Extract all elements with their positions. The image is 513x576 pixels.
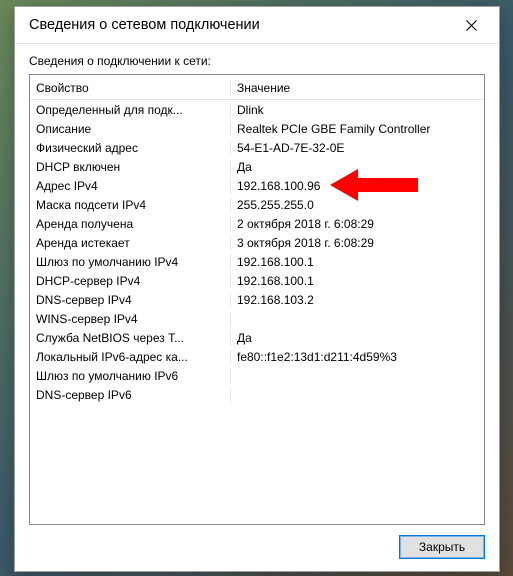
- network-details-dialog: Сведения о сетевом подключении Сведения …: [14, 6, 500, 572]
- table-row[interactable]: Шлюз по умолчанию IPv6: [30, 366, 484, 385]
- value-cell: Да: [231, 331, 484, 345]
- close-icon[interactable]: [451, 11, 491, 39]
- value-cell: 192.168.100.1: [231, 255, 484, 269]
- property-cell: Аренда получена: [30, 217, 231, 231]
- value-cell: fe80::f1e2:13d1:d211:4d59%3: [231, 350, 484, 364]
- close-button[interactable]: Закрыть: [399, 535, 485, 559]
- property-cell: Адрес IPv4: [30, 179, 231, 193]
- table-row[interactable]: Аренда получена2 октября 2018 г. 6:08:29: [30, 214, 484, 233]
- value-cell: Realtek PCIe GBE Family Controller: [231, 122, 484, 136]
- value-cell: Да: [231, 160, 484, 174]
- table-row[interactable]: Аренда истекает3 октября 2018 г. 6:08:29: [30, 233, 484, 252]
- property-cell: DHCP включен: [30, 160, 231, 174]
- property-cell: Локальный IPv6-адрес ка...: [30, 350, 231, 364]
- property-cell: WINS-сервер IPv4: [30, 312, 231, 326]
- column-header-value[interactable]: Значение: [231, 81, 484, 95]
- value-cell: 2 октября 2018 г. 6:08:29: [231, 217, 484, 231]
- titlebar: Сведения о сетевом подключении: [15, 7, 499, 44]
- table-row[interactable]: DNS-сервер IPv4192.168.103.2: [30, 290, 484, 309]
- property-cell: Описание: [30, 122, 231, 136]
- property-cell: Аренда истекает: [30, 236, 231, 250]
- property-cell: DNS-сервер IPv4: [30, 293, 231, 307]
- button-row: Закрыть: [29, 525, 485, 559]
- table-row[interactable]: Маска подсети IPv4255.255.255.0: [30, 195, 484, 214]
- property-cell: Шлюз по умолчанию IPv6: [30, 369, 231, 383]
- property-cell: DNS-сервер IPv6: [30, 388, 231, 402]
- table-row[interactable]: DHCP-сервер IPv4192.168.100.1: [30, 271, 484, 290]
- property-cell: Шлюз по умолчанию IPv4: [30, 255, 231, 269]
- property-cell: DHCP-сервер IPv4: [30, 274, 231, 288]
- value-cell: 192.168.100.1: [231, 274, 484, 288]
- table-row[interactable]: WINS-сервер IPv4: [30, 309, 484, 328]
- table-row[interactable]: ОписаниеRealtek PCIe GBE Family Controll…: [30, 119, 484, 138]
- value-cell: 192.168.100.96: [231, 179, 484, 193]
- value-cell: Dlink: [231, 103, 484, 117]
- value-cell: 192.168.103.2: [231, 293, 484, 307]
- value-cell: 255.255.255.0: [231, 198, 484, 212]
- property-cell: Физический адрес: [30, 141, 231, 155]
- dialog-title: Сведения о сетевом подключении: [29, 17, 451, 33]
- property-cell: Маска подсети IPv4: [30, 198, 231, 212]
- column-header-row: Свойство Значение: [30, 77, 484, 100]
- table-row[interactable]: DNS-сервер IPv6: [30, 385, 484, 404]
- property-cell: Определенный для подк...: [30, 103, 231, 117]
- table-row[interactable]: Шлюз по умолчанию IPv4192.168.100.1: [30, 252, 484, 271]
- table-row[interactable]: Физический адрес54-E1-AD-7E-32-0E: [30, 138, 484, 157]
- table-row[interactable]: Определенный для подк...Dlink: [30, 100, 484, 119]
- value-cell: 3 октября 2018 г. 6:08:29: [231, 236, 484, 250]
- table-row[interactable]: DHCP включенДа: [30, 157, 484, 176]
- dialog-content: Сведения о подключении к сети: Свойство …: [15, 44, 499, 571]
- table-row[interactable]: Служба NetBIOS через T...Да: [30, 328, 484, 347]
- section-label: Сведения о подключении к сети:: [29, 54, 485, 68]
- details-listbox[interactable]: Свойство Значение Определенный для подк.…: [29, 74, 485, 525]
- table-row[interactable]: Локальный IPv6-адрес ка...fe80::f1e2:13d…: [30, 347, 484, 366]
- value-cell: 54-E1-AD-7E-32-0E: [231, 141, 484, 155]
- table-row[interactable]: Адрес IPv4192.168.100.96: [30, 176, 484, 195]
- property-cell: Служба NetBIOS через T...: [30, 331, 231, 345]
- column-header-property[interactable]: Свойство: [30, 81, 231, 95]
